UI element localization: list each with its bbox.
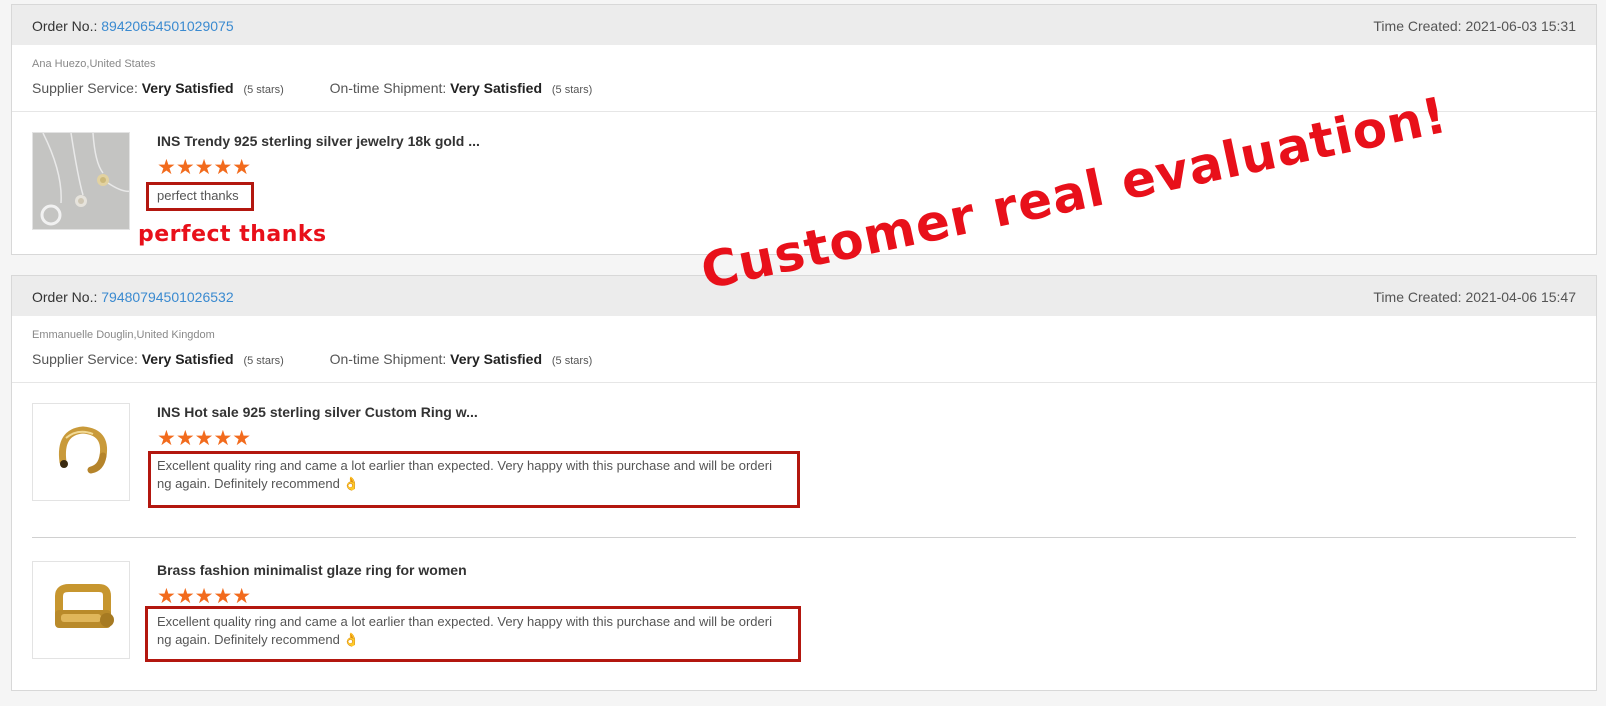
order-ratings: Supplier Service: Very Satisfied (5 star… <box>32 80 592 96</box>
order-header: Order No.: 89420654501029075 Time Create… <box>12 5 1596 45</box>
shipment-label: On-time Shipment: <box>329 351 447 367</box>
time-created: Time Created: 2021-04-06 15:47 <box>1373 289 1576 305</box>
ring-image-icon <box>33 562 129 658</box>
product-title[interactable]: INS Hot sale 925 sterling silver Custom … <box>157 404 478 420</box>
product-star-rating: ★★★★★ <box>157 156 252 179</box>
product-title[interactable]: Brass fashion minimalist glaze ring for … <box>157 562 467 578</box>
order-number-link[interactable]: 89420654501029075 <box>101 18 233 34</box>
order-header: Order No.: 79480794501026532 Time Create… <box>12 276 1596 316</box>
shipment-stars: (5 stars) <box>551 84 593 96</box>
order-ratings: Supplier Service: Very Satisfied (5 star… <box>32 351 592 367</box>
necklace-image-icon <box>33 133 129 229</box>
time-created: Time Created: 2021-06-03 15:31 <box>1373 18 1576 34</box>
ring-image-icon <box>33 404 129 500</box>
order-number-link[interactable]: 79480794501026532 <box>101 289 233 305</box>
shipment-label: On-time Shipment: <box>329 80 447 96</box>
supplier-service-value: Very Satisfied <box>141 351 234 367</box>
shipment-value: Very Satisfied <box>450 80 542 96</box>
product-title[interactable]: INS Trendy 925 sterling silver jewelry 1… <box>157 133 480 149</box>
review-comment: Excellent quality ring and came a lot ea… <box>157 458 772 491</box>
product-image[interactable] <box>32 403 130 501</box>
perfect-thanks-annotation: perfect thanks <box>138 222 327 247</box>
product-image[interactable] <box>32 132 130 230</box>
order-number: Order No.: 79480794501026532 <box>32 289 234 305</box>
supplier-service-label: Supplier Service: <box>32 351 138 367</box>
supplier-service-stars: (5 stars) <box>243 84 284 96</box>
product-star-rating: ★★★★★ <box>157 585 252 608</box>
shipment-stars: (5 stars) <box>551 355 593 367</box>
shipment-value: Very Satisfied <box>450 351 542 367</box>
review-comment: perfect thanks <box>157 188 239 203</box>
order-card: Order No.: 79480794501026532 Time Create… <box>11 275 1597 691</box>
review-comment: Excellent quality ring and came a lot ea… <box>157 614 772 647</box>
buyer-name: Emmanuelle Douglin,United Kingdom <box>32 329 215 341</box>
divider <box>12 382 1596 383</box>
supplier-service-label: Supplier Service: <box>32 80 138 96</box>
item-divider <box>32 537 1576 538</box>
order-number-label: Order No.: <box>32 18 98 34</box>
buyer-name: Ana Huezo,United States <box>32 58 156 70</box>
product-image[interactable] <box>32 561 130 659</box>
order-number: Order No.: 89420654501029075 <box>32 18 234 34</box>
supplier-service-stars: (5 stars) <box>243 355 284 367</box>
order-number-label: Order No.: <box>32 289 98 305</box>
supplier-service-value: Very Satisfied <box>141 80 234 96</box>
product-star-rating: ★★★★★ <box>157 427 252 450</box>
